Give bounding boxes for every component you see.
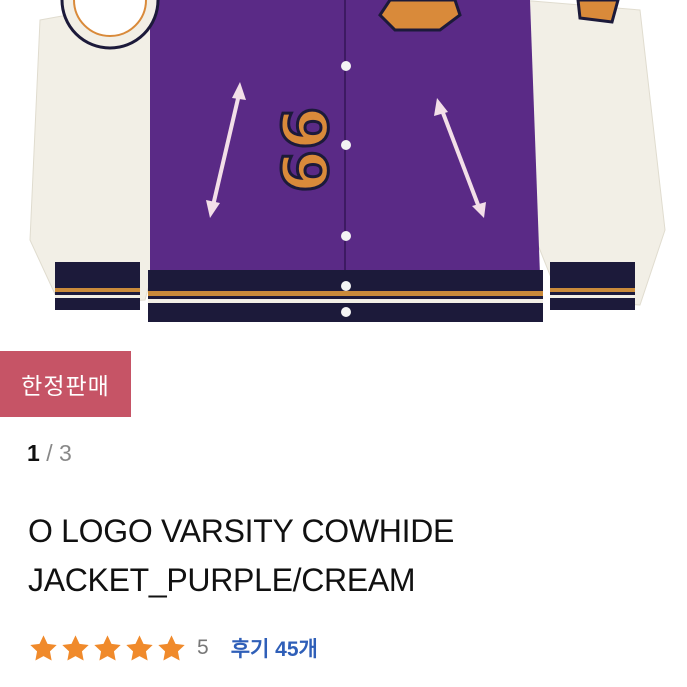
product-title-line1: O LOGO VARSITY COWHIDE <box>28 513 455 549</box>
rating-stars <box>28 633 187 664</box>
star-icon <box>62 634 89 661</box>
star-icon <box>158 634 185 661</box>
product-title-line2: JACKET_PURPLE/CREAM <box>28 562 416 598</box>
rating-row: 5 후기 45개 <box>28 628 318 668</box>
star-icon <box>94 634 121 661</box>
pager-separator: / <box>46 440 53 466</box>
product-title: O LOGO VARSITY COWHIDE JACKET_PURPLE/CRE… <box>28 507 668 605</box>
pager-total: 3 <box>58 440 72 466</box>
product-image[interactable]: 99 <box>0 0 687 342</box>
star-icon <box>30 634 57 661</box>
jacket-image: 99 <box>29 0 666 322</box>
rating-value: 5 <box>197 636 209 659</box>
image-pager: 1 / 3 <box>27 440 72 467</box>
star-icon <box>126 634 153 661</box>
limited-sale-badge: 한정판매 <box>0 351 131 417</box>
pager-current: 1 <box>27 440 40 466</box>
svg-text:99: 99 <box>267 107 340 193</box>
reviews-link[interactable]: 후기 45개 <box>231 633 318 663</box>
